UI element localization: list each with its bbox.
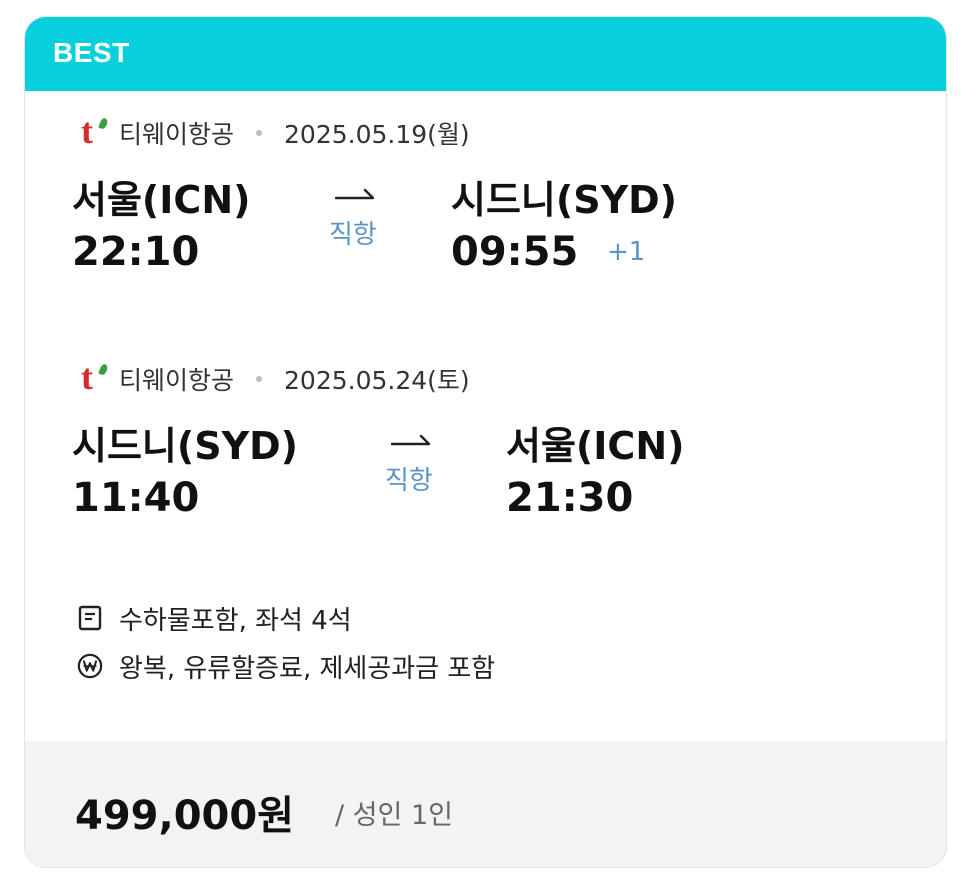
tway-logo-icon: t	[81, 113, 109, 151]
airline-name: 티웨이항공	[119, 366, 235, 395]
flight-date: 2025.05.24(토)	[284, 366, 470, 395]
price-per-person: / 성인 1인	[335, 800, 453, 831]
baggage-info-row: 수하물포함, 좌석 4석	[77, 601, 352, 636]
flight-date: 2025.05.19(월)	[284, 120, 470, 149]
document-icon	[77, 605, 103, 631]
origin-city: 시드니(SYD)	[72, 424, 299, 468]
won-circle-icon	[77, 653, 103, 679]
direct-label: 직항	[385, 466, 433, 496]
best-badge: BEST	[53, 37, 130, 68]
separator-dot	[256, 130, 263, 136]
airline-row: t 티웨이항공 2025.05.19(월)	[81, 113, 470, 151]
airline-row: t 티웨이항공 2025.05.24(토)	[81, 359, 470, 397]
tway-logo-icon: t	[81, 359, 109, 397]
airline-name: 티웨이항공	[119, 120, 235, 149]
destination-city: 시드니(SYD)	[451, 178, 678, 222]
price-bar: 499,000원 / 성인 1인	[25, 741, 946, 867]
arrow-right-icon	[391, 434, 431, 446]
departure-time: 22:10	[72, 229, 200, 275]
departure-time: 11:40	[72, 475, 200, 521]
fare-info-row: 왕복, 유류할증료, 제세공과금 포함	[77, 649, 496, 684]
destination-city: 서울(ICN)	[506, 424, 685, 468]
price-amount: 499,000원	[75, 793, 294, 839]
arrow-right-icon	[335, 188, 375, 200]
separator-dot	[256, 376, 263, 382]
flight-result-card[interactable]: BEST t 티웨이항공 2025.05.19(월) 서울(ICN) 22:10…	[24, 16, 947, 868]
direct-label: 직항	[329, 220, 377, 250]
card-header: BEST	[25, 17, 946, 91]
day-offset: +1	[607, 237, 646, 267]
arrival-time: 21:30	[506, 475, 634, 521]
arrival-time: 09:55	[451, 229, 579, 275]
fare-note-text: 왕복, 유류할증료, 제세공과금 포함	[119, 653, 496, 684]
origin-city: 서울(ICN)	[72, 178, 251, 222]
baggage-seats-text: 수하물포함, 좌석 4석	[119, 605, 352, 636]
